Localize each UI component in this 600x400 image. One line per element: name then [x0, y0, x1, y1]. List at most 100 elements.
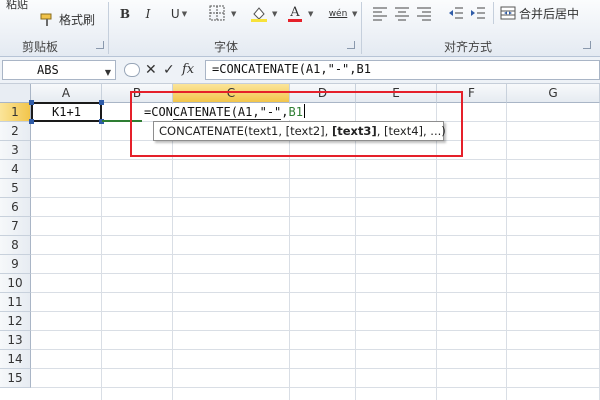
row-header-12[interactable]: 12 [0, 312, 31, 331]
font-launcher-icon[interactable] [347, 41, 355, 49]
column-header-f[interactable]: F [437, 84, 507, 103]
text-cursor [303, 104, 305, 118]
column-gridline [436, 103, 437, 400]
alignment-launcher-icon[interactable] [583, 41, 591, 49]
ribbon: 粘贴 格式刷 剪贴板 B I U ▼ ▼ ▼ A ▼ wén ▼ 字体 合并后居… [0, 0, 600, 57]
row-gridline [31, 178, 600, 179]
underline-button[interactable]: U ▼ [164, 4, 194, 24]
row-header-7[interactable]: 7 [0, 217, 31, 236]
chevron-down-icon[interactable]: ▼ [272, 10, 277, 18]
row-header-10[interactable]: 10 [0, 274, 31, 293]
row-gridline [31, 349, 600, 350]
align-right-icon[interactable] [415, 4, 433, 22]
column-header-e[interactable]: E [356, 84, 437, 103]
row-gridline [31, 273, 600, 274]
format-painter-icon [40, 13, 52, 26]
row-header-4[interactable]: 4 [0, 160, 31, 179]
in-cell-formula-editor[interactable]: =CONCATENATE(A1,"-",B1 [144, 104, 307, 120]
tooltip-args-before: text1, [text2], [248, 124, 332, 138]
row-gridline [31, 159, 600, 160]
selection-handle[interactable] [29, 100, 34, 105]
increase-indent-icon[interactable] [469, 4, 487, 22]
row-gridline [31, 254, 600, 255]
selection-handle[interactable] [99, 100, 104, 105]
chevron-down-icon[interactable]: ▼ [105, 68, 111, 77]
font-group-label: 字体 [214, 40, 239, 54]
row-gridline [31, 235, 600, 236]
paste-button[interactable]: 粘贴 [6, 0, 28, 12]
row-header-5[interactable]: 5 [0, 179, 31, 198]
format-painter-label: 格式刷 [59, 13, 96, 27]
row-header-8[interactable]: 8 [0, 236, 31, 255]
column-gridline [101, 103, 102, 400]
italic-button[interactable]: I [140, 4, 156, 24]
chevron-down-icon[interactable]: ▼ [308, 10, 313, 18]
group-divider [108, 2, 109, 54]
alignment-group-label: 对齐方式 [444, 40, 493, 54]
chevron-down-icon: ▼ [181, 10, 188, 18]
formula-underlined-part: CATENATE(A1,"-" [172, 105, 282, 120]
row-gridline [31, 197, 600, 198]
column-gridline [355, 103, 356, 400]
tooltip-function[interactable]: CONCATENATE( [159, 124, 248, 138]
column-gridline [289, 103, 290, 400]
select-all-corner[interactable] [0, 84, 31, 103]
row-gridline [31, 216, 600, 217]
cancel-icon[interactable]: ✕ [145, 61, 157, 79]
format-painter-button[interactable]: 格式刷 [40, 11, 95, 28]
enter-icon[interactable]: ✓ [163, 61, 175, 79]
row-header-13[interactable]: 13 [0, 331, 31, 350]
cell-a1-value: K1+1 [52, 105, 81, 119]
row-header-15[interactable]: 15 [0, 369, 31, 388]
column-header-a[interactable]: A [31, 84, 102, 103]
row-header-1[interactable]: 1 [0, 103, 31, 122]
formula-input[interactable]: =CONCATENATE(A1,"-",B1 [205, 60, 600, 80]
align-left-icon[interactable] [371, 4, 389, 22]
row-header-11[interactable]: 11 [0, 293, 31, 312]
name-box[interactable]: ABS ▼ [2, 60, 116, 80]
decrease-indent-icon[interactable] [447, 4, 465, 22]
formula-separator: , [281, 105, 289, 119]
column-header-g[interactable]: G [507, 84, 600, 103]
clipboard-launcher-icon[interactable] [96, 41, 104, 49]
group-divider [361, 2, 362, 54]
formula-reference-b1: B1 [288, 105, 303, 119]
underline-label: U [170, 7, 180, 21]
name-box-value: ABS [37, 63, 59, 77]
row-gridline [31, 387, 600, 388]
insert-function-icon[interactable]: fx [182, 61, 194, 79]
merge-center-label: 合并后居中 [519, 6, 580, 21]
function-argument-tooltip: CONCATENATE(text1, [text2], [text3], [te… [153, 121, 446, 141]
merge-cells-icon [500, 6, 516, 20]
merge-center-button[interactable]: 合并后居中 [500, 4, 579, 22]
row-gridline [31, 368, 600, 369]
row-gridline [31, 330, 600, 331]
chevron-down-icon[interactable]: ▼ [352, 10, 357, 18]
row-gridline [31, 292, 600, 293]
align-center-icon[interactable] [393, 4, 411, 22]
row-header-2[interactable]: 2 [0, 122, 31, 141]
borders-icon[interactable] [208, 4, 226, 22]
column-header-c[interactable]: C [173, 84, 290, 103]
formula-bar-handle-icon[interactable] [124, 63, 140, 77]
column-gridline [172, 103, 173, 400]
row-gridline [31, 311, 600, 312]
reference-underline [102, 120, 142, 122]
clipboard-group-label: 剪贴板 [22, 40, 59, 54]
bold-button[interactable]: B [117, 4, 133, 24]
tooltip-args-after: , [text4], ...) [376, 124, 446, 138]
group-divider [493, 2, 494, 24]
row-header-3[interactable]: 3 [0, 141, 31, 160]
row-header-6[interactable]: 6 [0, 198, 31, 217]
chevron-down-icon[interactable]: ▼ [231, 10, 236, 18]
column-header-b[interactable]: B [102, 84, 173, 103]
cell-a1[interactable]: K1+1 [29, 100, 104, 124]
fill-color-icon[interactable] [250, 4, 268, 22]
font-color-button[interactable]: A [284, 4, 306, 24]
selection-handle[interactable] [29, 119, 34, 124]
phonetic-guide-button[interactable]: wén [326, 4, 350, 24]
formula-prefix: =CON [144, 105, 173, 119]
row-header-14[interactable]: 14 [0, 350, 31, 369]
row-header-9[interactable]: 9 [0, 255, 31, 274]
column-header-d[interactable]: D [290, 84, 356, 103]
